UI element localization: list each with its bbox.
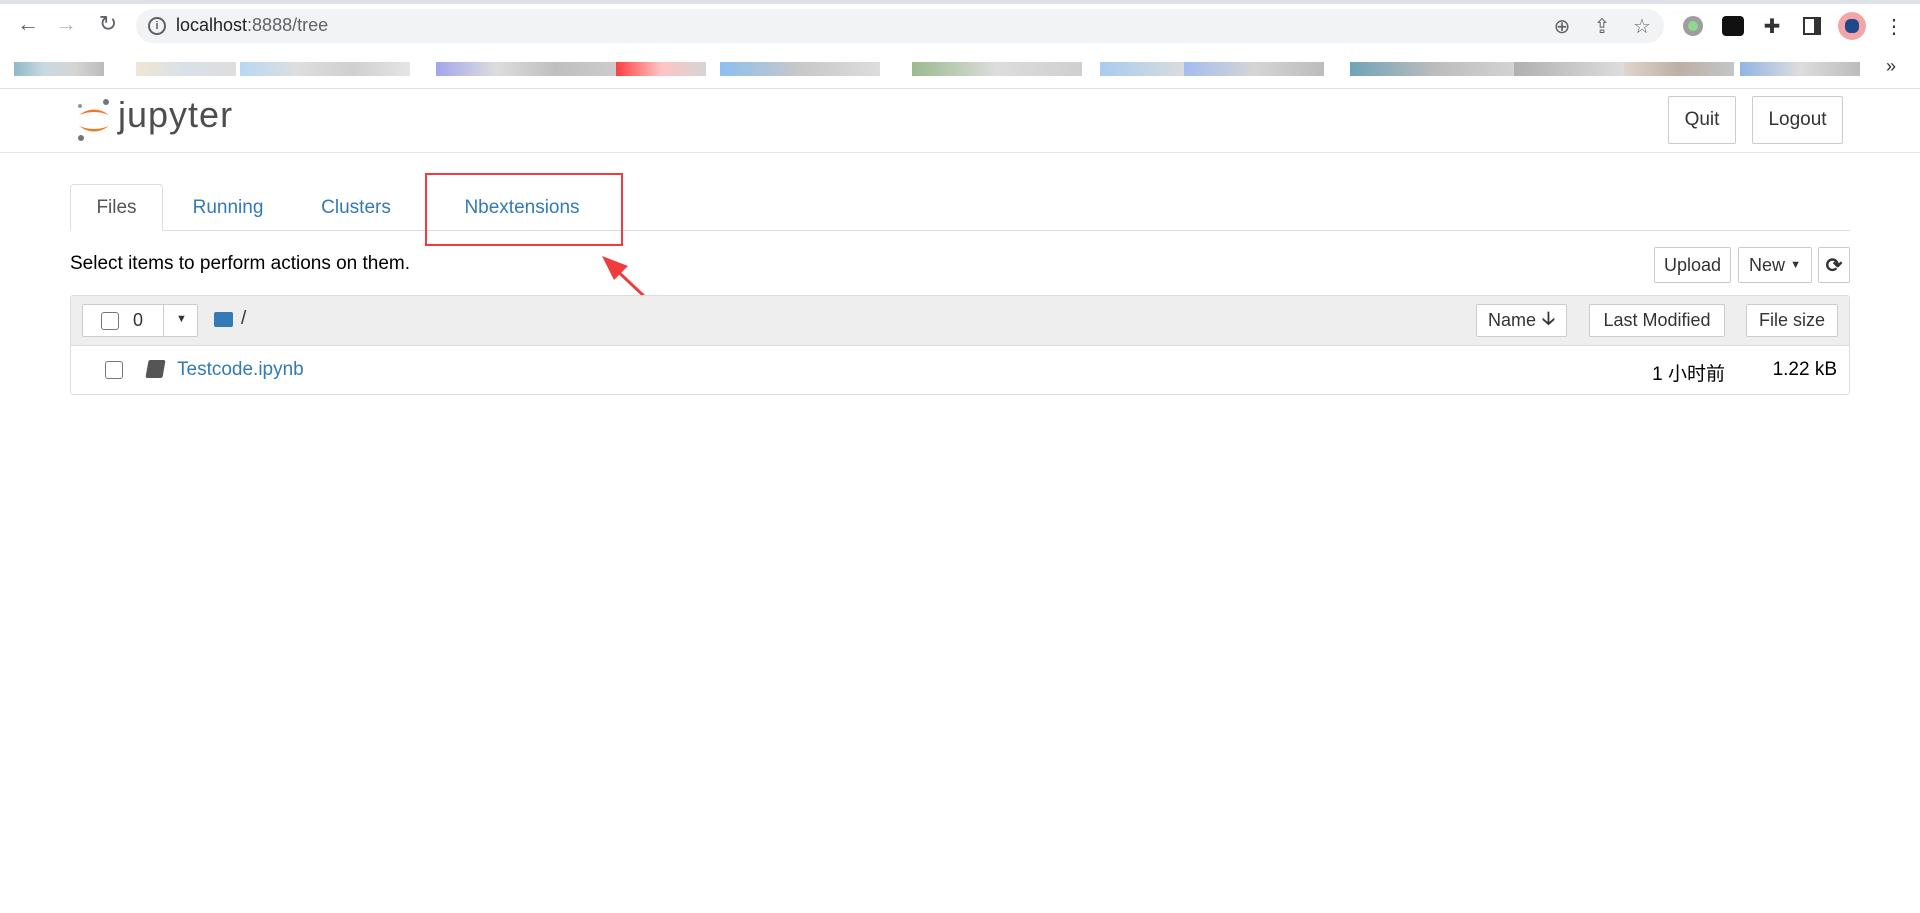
- bookmarks-bar: »: [0, 54, 1920, 88]
- jupyter-logo-icon[interactable]: [76, 98, 112, 142]
- upload-button[interactable]: Upload: [1654, 247, 1731, 283]
- zoom-icon[interactable]: ⊕: [1548, 12, 1576, 40]
- forward-icon[interactable]: →: [52, 10, 80, 38]
- file-modified: 1 小时前: [1652, 364, 1725, 385]
- tab-running[interactable]: Running: [172, 184, 284, 231]
- url-path: :8888/tree: [247, 15, 329, 35]
- row-checkbox[interactable]: [105, 361, 123, 379]
- refresh-icon: ⟳: [1825, 254, 1843, 277]
- divider: [0, 88, 1920, 89]
- file-name-link[interactable]: Testcode.ipynb: [177, 359, 304, 381]
- side-panel-icon[interactable]: [1803, 17, 1821, 35]
- new-dropdown-button[interactable]: New ▼: [1738, 247, 1812, 283]
- tab-clusters[interactable]: Clusters: [300, 184, 412, 231]
- file-list: 0 ▼ / Name 🡣 Last Modified File size Test…: [70, 295, 1850, 395]
- extension-tampermonkey-icon[interactable]: [1722, 16, 1744, 36]
- caret-down-icon: ▼: [1790, 259, 1801, 271]
- refresh-button[interactable]: ⟳: [1818, 247, 1850, 283]
- logout-button[interactable]: Logout: [1752, 96, 1843, 144]
- address-bar[interactable]: [136, 9, 1664, 43]
- arrow-down-icon: 🡣: [1542, 307, 1555, 328]
- jupyter-logo-text[interactable]: jupyter: [118, 94, 233, 136]
- reload-icon[interactable]: ↻: [94, 10, 122, 38]
- sort-last-modified-button[interactable]: Last Modified: [1589, 304, 1725, 337]
- annotation-highlight-box: [425, 173, 623, 246]
- info-icon[interactable]: i: [148, 17, 166, 35]
- breadcrumb-root[interactable]: /: [241, 308, 246, 330]
- star-icon[interactable]: ☆: [1628, 12, 1656, 40]
- header-divider: [0, 152, 1920, 153]
- selection-hint: Select items to perform actions on them.: [70, 253, 411, 274]
- share-icon[interactable]: ⇪: [1588, 12, 1616, 40]
- profile-avatar[interactable]: [1838, 12, 1866, 40]
- quit-button[interactable]: Quit: [1668, 96, 1736, 144]
- sort-name-button[interactable]: Name 🡣: [1476, 304, 1567, 337]
- name-column-label: Name: [1488, 310, 1537, 330]
- folder-icon[interactable]: [214, 312, 233, 327]
- select-all-checkbox[interactable]: [101, 312, 119, 330]
- back-icon[interactable]: ←: [14, 10, 42, 38]
- notebook-icon: [145, 360, 166, 378]
- caret-down-icon: ▼: [176, 313, 187, 325]
- file-row[interactable]: Testcode.ipynb 1 小时前 1.22 kB: [71, 346, 1849, 394]
- select-all-dropdown[interactable]: 0 ▼: [82, 304, 198, 337]
- new-label: New: [1749, 254, 1786, 275]
- menu-icon[interactable]: ⋮: [1880, 12, 1908, 40]
- file-size: 1.22 kB: [1772, 359, 1837, 380]
- bookmarks-overflow-button[interactable]: »: [1886, 56, 1896, 77]
- file-list-header: 0 ▼ / Name 🡣 Last Modified File size: [71, 296, 1849, 346]
- sort-file-size-button[interactable]: File size: [1746, 304, 1838, 337]
- extension-green-icon[interactable]: [1683, 16, 1703, 36]
- selected-count: 0: [133, 310, 144, 330]
- tab-files[interactable]: Files: [70, 184, 163, 231]
- url-host: localhost: [176, 15, 248, 35]
- extensions-puzzle-icon[interactable]: ✚: [1758, 12, 1786, 40]
- url-text[interactable]: localhost:8888/tree: [176, 15, 328, 36]
